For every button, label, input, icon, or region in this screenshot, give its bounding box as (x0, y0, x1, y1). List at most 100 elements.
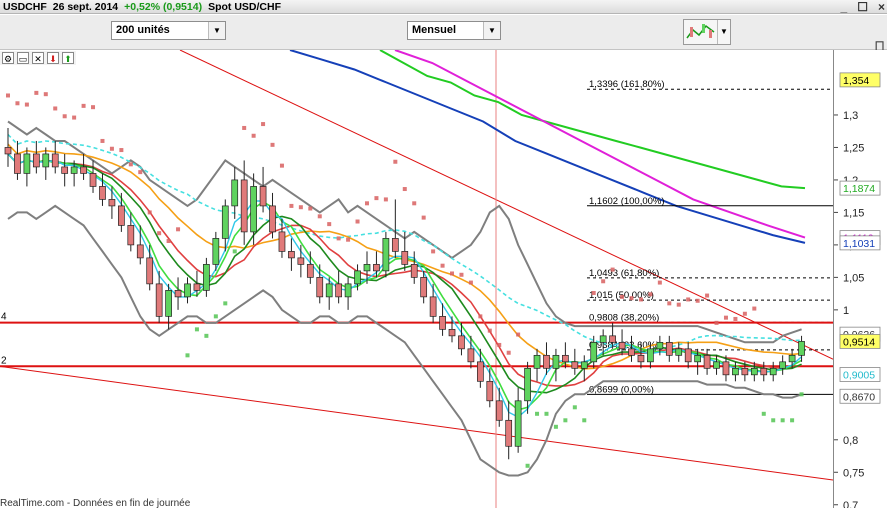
arrow-up-icon[interactable]: ⬆ (62, 52, 74, 64)
horizontal-level-label: 2 (1, 355, 7, 366)
axis-tick-label: 0,75 (843, 467, 864, 479)
candle-body (590, 341, 598, 363)
moving-average-blue (289, 50, 806, 244)
trendline-upper (179, 50, 833, 360)
candle-body (580, 361, 588, 369)
parabolic-sar-dot (346, 237, 351, 242)
parabolic-sar-dot (43, 92, 48, 97)
candle-body (769, 367, 777, 376)
candle-body (760, 367, 768, 376)
close-button[interactable]: × (878, 0, 885, 13)
parabolic-sar-dot (591, 290, 596, 295)
candle-body (288, 251, 295, 259)
parabolic-sar-dot (402, 187, 407, 192)
window-icon[interactable]: ▭ (17, 52, 29, 64)
parabolic-sar-dot (128, 162, 133, 167)
period-select-value: Mensuel (412, 24, 457, 36)
chart-toolbar: 200 unités ▼ Mensuel ▼ ▼ ⊓ (0, 15, 887, 53)
parabolic-sar-dot (176, 227, 181, 232)
axis-tick-label: 0,8 (843, 435, 858, 447)
chevron-down-icon[interactable]: ▼ (717, 20, 730, 44)
parabolic-sar-dot (383, 197, 388, 202)
candle-body (514, 400, 522, 447)
parabolic-sar-dot (752, 306, 757, 311)
candle-body (127, 225, 135, 246)
candle-body (741, 367, 749, 376)
candle-body (316, 277, 324, 298)
parabolic-sar-dot (72, 115, 77, 120)
arrow-down-icon[interactable]: ⬇ (47, 52, 59, 64)
parabolic-sar-dot (667, 301, 672, 306)
parabolic-sar-dot (487, 328, 492, 333)
candle-body (665, 341, 673, 356)
candle-body (524, 367, 531, 402)
parabolic-sar-dot (695, 298, 700, 303)
window-controls: _ ☐ × (841, 0, 885, 13)
candle-body (42, 153, 50, 168)
parabolic-sar-dot (393, 159, 398, 164)
candle-body (80, 166, 87, 174)
price-chart-svg[interactable]: 1,3396 (161,80%) 1,1602 (100,00%) 1,0493 (… (0, 50, 833, 508)
parabolic-sar-dot (194, 327, 199, 332)
parabolic-sar-dot (723, 315, 728, 320)
fibonacci-level-label: 0,8699 (0,00%) (589, 384, 654, 395)
chart-type-button[interactable]: ▼ (683, 19, 731, 45)
candle-body (61, 166, 69, 174)
candle-body (618, 341, 626, 350)
price-value-tag-label: 0,8670 (843, 391, 875, 403)
parabolic-sar-dot (790, 418, 795, 423)
parabolic-sar-dot (468, 280, 473, 285)
parabolic-sar-dot (686, 297, 691, 302)
candle-body (259, 186, 267, 207)
candle-body (193, 283, 201, 291)
instrument-symbol: USDCHF (3, 0, 47, 13)
candle-body (429, 296, 437, 317)
parabolic-sar-dot (15, 101, 20, 106)
parabolic-sar-dot (364, 201, 369, 206)
parabolic-sar-dot (657, 280, 662, 285)
wrench-icon[interactable]: ⚙ (2, 52, 14, 64)
candle-body (23, 153, 31, 174)
parabolic-sar-dot (572, 405, 577, 410)
parabolic-sar-dot (525, 463, 530, 468)
candle-body (155, 283, 163, 317)
parabolic-sar-dot (34, 90, 39, 95)
instrument-name: Spot USD/CHF (208, 0, 281, 13)
candle-body (391, 238, 399, 252)
drawing-tools: ⚙ ▭ ✕ ⬇ ⬆ (0, 51, 76, 65)
parabolic-sar-dot (185, 353, 190, 358)
candle-body (203, 264, 210, 291)
candle-body (14, 153, 21, 174)
parabolic-sar-dot (374, 196, 379, 201)
parabolic-sar-dot (298, 205, 303, 210)
parabolic-sar-dot (6, 93, 10, 98)
parabolic-sar-dot (166, 238, 171, 243)
chevron-down-icon[interactable]: ▼ (208, 22, 225, 39)
units-select[interactable]: 200 unités ▼ (111, 21, 226, 40)
candle-body (51, 153, 59, 168)
price-value-tag-label: 0,9005 (843, 369, 875, 381)
parabolic-sar-dot (582, 418, 587, 423)
candle-body (694, 354, 701, 363)
candle-body (354, 270, 361, 285)
close-icon[interactable]: ✕ (32, 52, 44, 64)
candle-body (713, 361, 720, 369)
minimize-button[interactable]: _ (841, 0, 848, 13)
candle-body (637, 354, 645, 363)
horizontal-level-label: 4 (1, 312, 7, 323)
candle-body (495, 400, 503, 421)
fibonacci-level-label: 1,3396 (161,80%) (589, 79, 665, 90)
chevron-down-icon[interactable]: ▼ (483, 22, 500, 39)
parabolic-sar-dot (799, 392, 804, 397)
price-chart[interactable]: 1,3396 (161,80%) 1,1602 (100,00%) 1,0493 (… (0, 50, 833, 508)
candle-body (486, 380, 494, 402)
parabolic-sar-dot (459, 272, 464, 277)
parabolic-sar-dot (270, 142, 275, 147)
candle-body (401, 251, 409, 265)
fibonacci-level-label: 1,1602 (100,00%) (589, 196, 665, 207)
maximize-button[interactable]: ☐ (857, 0, 868, 13)
parabolic-sar-dot (355, 219, 360, 224)
parabolic-sar-dot (62, 114, 67, 119)
axis-tick-label: 1,05 (843, 272, 864, 284)
period-select[interactable]: Mensuel ▼ (407, 21, 501, 40)
